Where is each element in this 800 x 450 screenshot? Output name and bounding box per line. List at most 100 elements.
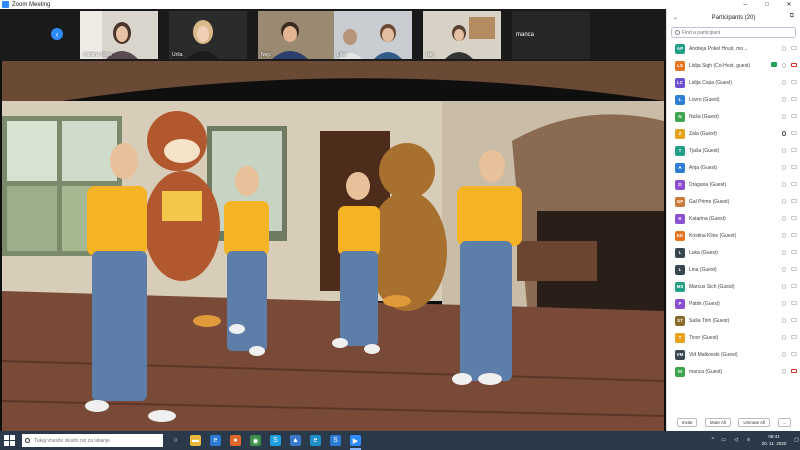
taskbar-search[interactable] (22, 434, 163, 447)
camera-off-icon[interactable] (791, 182, 797, 186)
participant-row[interactable]: Mmanca (Guest) (667, 363, 800, 380)
strip-previous-button[interactable]: ‹ (51, 28, 63, 40)
zoom-icon[interactable]: ▶ (350, 435, 361, 450)
participant-row[interactable]: L Luka (Guest) (667, 244, 800, 261)
participant-row[interactable]: P Patrik (Guest) (667, 295, 800, 312)
microphone-muted-icon[interactable] (782, 284, 786, 289)
microphone-muted-icon[interactable] (782, 199, 786, 204)
participant-row[interactable]: MS Marcus Sich (Guest) (667, 278, 800, 295)
participant-row[interactable]: KK Kristina Kline (Guest) (667, 227, 800, 244)
microphone-muted-icon[interactable] (782, 318, 786, 323)
camera-off-icon[interactable] (791, 301, 797, 305)
avatar: AP (675, 43, 685, 54)
participant-row[interactable]: AP Andreja Pokel Hrust, mo... (667, 40, 800, 57)
collapse-panel-icon[interactable]: ⌄ (673, 14, 678, 21)
microphone-muted-icon[interactable] (782, 80, 786, 85)
participant-row[interactable]: D Dragana (Guest) (667, 176, 800, 193)
participant-row[interactable]: VM Vid Malkovski (Guest) (667, 346, 800, 363)
microphone-muted-icon[interactable] (782, 114, 786, 119)
microphone-muted-icon[interactable] (782, 165, 786, 170)
participant-row[interactable]: Z Zala (Guest) (667, 125, 800, 142)
camera-off-icon[interactable] (791, 97, 797, 101)
camera-off-icon[interactable] (791, 352, 797, 356)
camera-off-icon[interactable] (791, 369, 797, 373)
camera-off-icon[interactable] (791, 233, 797, 237)
participant-row[interactable]: LS Lidija Šigh (Co-Host, guest) (667, 57, 800, 74)
microphone-muted-icon[interactable] (782, 352, 786, 357)
camera-off-icon[interactable] (791, 165, 797, 169)
microphone-muted-icon[interactable] (782, 233, 786, 238)
minimize-button[interactable]: – (734, 0, 756, 9)
microphone-muted-icon[interactable] (782, 182, 786, 187)
participant-name: Luka (Guest) (689, 249, 718, 256)
participant-row[interactable]: GP Gal Prime (Guest) (667, 193, 800, 210)
video-thumbnail-active[interactable]: manca (512, 11, 590, 59)
participant-row[interactable]: L Lina (Guest) (667, 261, 800, 278)
camera-off-icon[interactable] (791, 267, 797, 271)
participant-row[interactable]: K Katarina (Guest) (667, 210, 800, 227)
microphone-icon[interactable] (782, 131, 786, 136)
video-thumbnail[interactable]: Urša (169, 11, 247, 59)
camera-off-icon[interactable] (791, 318, 797, 322)
notification-icon[interactable]: ▢ (794, 437, 799, 443)
microphone-muted-icon[interactable] (782, 250, 786, 255)
taskbar-search-input[interactable] (34, 437, 159, 444)
video-thumbnail[interactable]: Kristina Kline (80, 11, 158, 59)
skype-icon[interactable]: S (270, 435, 281, 446)
camera-off-icon[interactable] (791, 284, 797, 288)
camera-off-icon[interactable] (791, 63, 797, 67)
camera-off-icon[interactable] (791, 148, 797, 152)
file-explorer-icon[interactable]: ▬ (190, 435, 201, 446)
popout-icon[interactable]: ⧉ (790, 13, 794, 20)
participant-row[interactable]: N Nuša (Guest) (667, 108, 800, 125)
camera-off-icon[interactable] (791, 216, 797, 220)
task-view-icon[interactable]: ○ (170, 435, 181, 446)
edge-icon[interactable]: e (310, 435, 321, 446)
microphone-muted-icon[interactable] (782, 63, 786, 68)
edge-legacy-icon[interactable]: e (210, 435, 221, 446)
chrome-icon[interactable]: ◉ (250, 435, 261, 446)
language-icon[interactable]: ≡ (747, 437, 750, 443)
maximize-button[interactable]: □ (756, 0, 778, 9)
microphone-muted-icon[interactable] (782, 301, 786, 306)
unmute-all-button[interactable]: Unmute All (738, 417, 771, 427)
video-thumbnail[interactable]: Nej (423, 11, 501, 59)
participant-row[interactable]: T Tjaša (Guest) (667, 142, 800, 159)
windows-start-icon[interactable] (4, 435, 15, 446)
microphone-muted-icon[interactable] (782, 369, 786, 374)
microphone-muted-icon[interactable] (782, 335, 786, 340)
mute-all-button[interactable]: Mute All (704, 417, 731, 427)
skype-business-icon[interactable]: S (330, 435, 341, 446)
firefox-icon[interactable]: ● (230, 435, 241, 446)
participant-row[interactable]: ST Saša Tinh (Guest) (667, 312, 800, 329)
close-button[interactable]: ✕ (778, 0, 800, 9)
invite-button[interactable]: Invite (676, 417, 698, 427)
microphone-muted-icon[interactable] (782, 148, 786, 153)
video-thumbnail[interactable]: Nejc (258, 11, 336, 59)
camera-off-icon[interactable] (791, 199, 797, 203)
camera-off-icon[interactable] (791, 114, 797, 118)
camera-off-icon[interactable] (791, 250, 797, 254)
system-clock[interactable]: 08:41 20. 11. 2020 (754, 433, 794, 447)
microphone-muted-icon[interactable] (782, 46, 786, 51)
camera-off-icon[interactable] (791, 335, 797, 339)
video-thumbnail[interactable]: Ljko (334, 11, 412, 59)
more-options-button[interactable]: ... (777, 417, 792, 427)
chevron-up-icon[interactable]: ^ (712, 437, 714, 443)
microphone-muted-icon[interactable] (782, 97, 786, 102)
participant-row[interactable]: LC Lidija Čupa (Guest) (667, 74, 800, 91)
camera-off-icon[interactable] (791, 131, 797, 135)
volume-icon[interactable]: ◁ (734, 437, 738, 443)
photos-icon[interactable]: ▲ (290, 435, 301, 446)
avatar: N (675, 111, 685, 122)
participant-row[interactable]: L Lovro (Guest) (667, 91, 800, 108)
camera-off-icon[interactable] (791, 80, 797, 84)
microphone-muted-icon[interactable] (782, 267, 786, 272)
participant-search-input[interactable] (682, 29, 792, 36)
participant-search[interactable] (671, 27, 796, 38)
microphone-muted-icon[interactable] (782, 216, 786, 221)
participant-row[interactable]: A Anja (Guest) (667, 159, 800, 176)
participant-row[interactable]: T Tinor (Guest) (667, 329, 800, 346)
camera-off-icon[interactable] (791, 46, 797, 50)
network-icon[interactable]: ▭ (721, 437, 726, 443)
